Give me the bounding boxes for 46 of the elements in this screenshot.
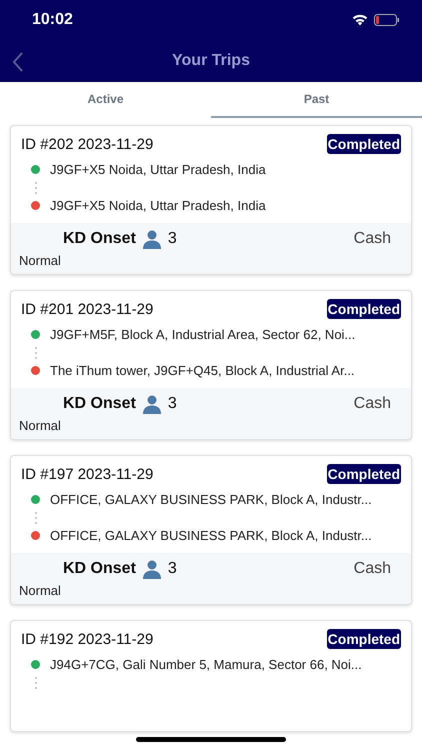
pickup-address: J94G+7CG, Gali Number 5, Mamura, Sector 66, Noi... [50, 657, 362, 672]
seat-count: 3 [168, 230, 177, 248]
status-badge: Completed [326, 629, 401, 649]
vehicle-name: KD Onset [63, 395, 136, 413]
status-badge: Completed [326, 464, 401, 484]
battery-icon [374, 14, 400, 26]
dropoff-address: J9GF+X5 Noida, Uttar Pradesh, India [50, 198, 266, 213]
dropoff-dot [31, 366, 40, 375]
payment-method: Cash [354, 230, 391, 248]
seat-count: 3 [168, 395, 177, 413]
pickup-dot [31, 330, 40, 339]
dropoff-dot [31, 531, 40, 540]
back-icon[interactable] [12, 52, 24, 72]
dropoff-address: OFFICE, GALAXY BUSINESS PARK, Block A, Industr... [50, 528, 372, 543]
payment-method: Cash [354, 560, 391, 578]
dropoff-address: The iThum tower, J9GF+Q45, Block A, Industrial Ar... [50, 363, 355, 378]
trip-card[interactable]: ID #201 2023-11-29 Completed J9GF+M5F, Block A, Industrial Area, Sector 62, Noi... The iThum tower, J9GF+Q45, Block A, Industrial Ar... KD Onset 3 Cash Normal [10, 290, 412, 440]
person-icon [142, 229, 162, 249]
pickup-address: OFFICE, GALAXY BUSINESS PARK, Block A, Industr... [50, 492, 372, 507]
status-badge: Completed [326, 299, 401, 319]
screen-title: Your Trips [172, 52, 250, 70]
payment-method: Cash [354, 395, 391, 413]
pickup-address: J9GF+X5 Noida, Uttar Pradesh, India [50, 162, 266, 177]
pickup-dot [31, 495, 40, 504]
trip-id: ID #192 2023-11-29 [21, 630, 154, 648]
status-time: 10:02 [32, 11, 73, 29]
trip-card[interactable]: ID #197 2023-11-29 Completed OFFICE, GALAXY BUSINESS PARK, Block A, Industr... OFFICE, GALAXY BUSINESS PARK, Block A, Industr... KD Onset 3 Cash Normal [10, 455, 412, 605]
seat-count: 3 [168, 560, 177, 578]
ride-category: Normal [19, 583, 62, 598]
trip-id: ID #197 2023-11-29 [21, 466, 154, 482]
wifi-icon [352, 14, 368, 26]
trip-id: ID #201 2023-11-29 [21, 300, 154, 318]
status-badge: Completed [326, 134, 401, 154]
ride-category: Normal [19, 253, 62, 268]
person-icon [142, 559, 162, 579]
trip-card[interactable]: ID #202 2023-11-29 Completed J9GF+X5 Noida, Uttar Pradesh, India J9GF+X5 Noida, Uttar Pradesh, India KD Onset 3 Cash Normal [10, 125, 412, 275]
vehicle-name: KD Onset [63, 560, 136, 578]
pickup-address: J9GF+M5F, Block A, Industrial Area, Sector 62, Noi... [50, 327, 356, 342]
person-icon [142, 394, 162, 414]
pickup-dot [31, 165, 40, 174]
ride-category: Normal [19, 418, 62, 433]
dropoff-dot [31, 201, 40, 210]
pickup-dot [31, 660, 40, 669]
vehicle-name: KD Onset [63, 230, 136, 248]
trip-card[interactable]: ID #192 2023-11-29 Completed J94G+7CG, Gali Number 5, Mamura, Sector 66, Noi... [10, 620, 412, 732]
trip-id: ID #202 2023-11-29 [21, 136, 154, 152]
